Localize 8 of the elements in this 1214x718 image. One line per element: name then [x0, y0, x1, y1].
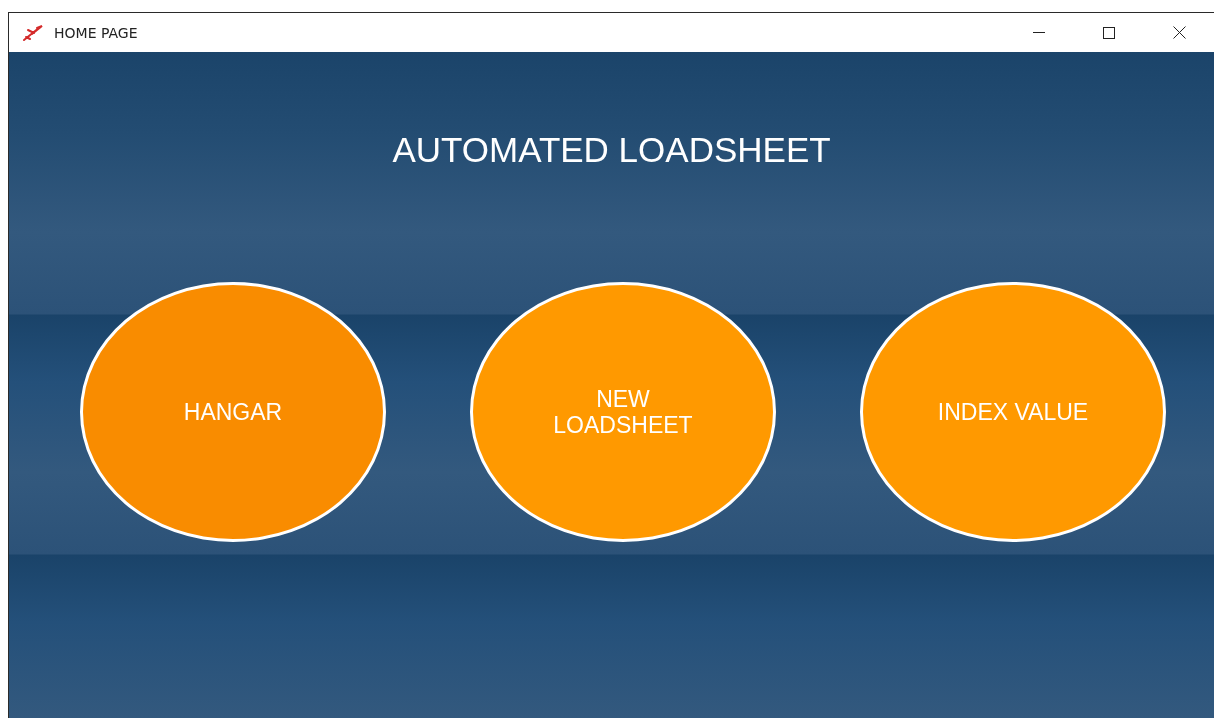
app-heading: AUTOMATED LOADSHEET — [391, 130, 832, 170]
menu-button[interactable]: HANGAR — [80, 282, 386, 542]
close-icon[interactable] — [1172, 26, 1186, 39]
menu-button[interactable]: INDEX VALUE — [860, 282, 1166, 542]
airplane-icon — [22, 23, 44, 42]
window-title: HOME PAGE — [54, 24, 139, 41]
maximize-icon[interactable] — [1103, 26, 1115, 39]
menu-button[interactable]: NEW LOADSHEET — [470, 282, 776, 542]
